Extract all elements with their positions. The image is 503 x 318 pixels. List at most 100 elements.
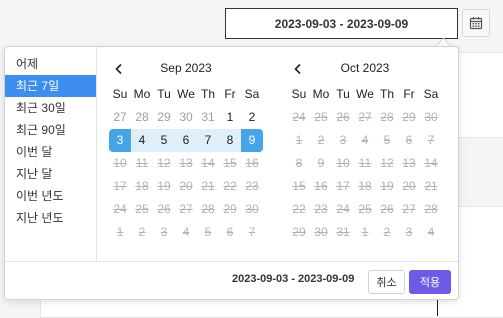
calendar-day: 31 bbox=[336, 225, 350, 239]
calendar-day: 29 bbox=[223, 202, 237, 216]
calendar-day: 13 bbox=[179, 156, 193, 170]
calendar-day: 20 bbox=[179, 179, 193, 193]
calendar-day: 20 bbox=[402, 179, 416, 193]
weekday-label: We bbox=[177, 87, 195, 101]
calendar-day: 15 bbox=[292, 179, 306, 193]
calendar-day: 23 bbox=[245, 179, 259, 193]
calendar-day: 29 bbox=[292, 225, 306, 239]
calendar-day: 15 bbox=[223, 156, 237, 170]
calendar-header: Oct 2023 bbox=[288, 57, 442, 81]
calendar-day: 13 bbox=[402, 156, 416, 170]
calendar-day: 5 bbox=[204, 225, 212, 239]
preset-item[interactable]: 지난 달 bbox=[5, 163, 96, 185]
month-title: Oct 2023 bbox=[340, 61, 390, 75]
selected-range-text: 2023-09-03 - 2023-09-09 bbox=[232, 273, 355, 285]
calendar-day[interactable]: 29 bbox=[153, 106, 175, 129]
date-range-popover: 어제 최근 7일 최근 30일 최근 90일 이번 달 지난 달 이번 년도 지난 년도 Se… bbox=[4, 46, 459, 300]
preset-item[interactable]: 최근 30일 bbox=[5, 97, 96, 119]
weekday-label: Sa bbox=[423, 87, 439, 101]
calendar-day: 3 bbox=[339, 133, 347, 147]
calendar-day: 8 bbox=[295, 156, 303, 170]
calendar-right: Oct 2023 Su Mo Tu We Th Fr Sa 24 25 26 27 28 29 30 1 2 3… bbox=[288, 57, 442, 244]
calendar-day: 27 bbox=[179, 202, 193, 216]
weekday-label: Mo bbox=[312, 87, 330, 101]
calendar-day: 25 bbox=[135, 202, 149, 216]
calendar-day: 14 bbox=[201, 156, 215, 170]
calendar-day: 24 bbox=[292, 110, 306, 124]
calendar-button[interactable] bbox=[462, 9, 490, 37]
weekday-label: Sa bbox=[244, 87, 260, 101]
calendar-day: 4 bbox=[182, 225, 190, 239]
apply-button[interactable]: 적용 bbox=[409, 270, 451, 294]
calendar-day: 7 bbox=[427, 133, 435, 147]
calendar-day: 17 bbox=[336, 179, 350, 193]
calendar-header: Sep 2023 bbox=[109, 57, 263, 81]
calendar-day: 26 bbox=[336, 110, 350, 124]
calendar-left: Sep 2023 Su Mo Tu We Th Fr Sa 27 28 29 30 31 1 2 3 4 5 6 7… bbox=[109, 57, 263, 244]
weekday-label: Fr bbox=[403, 87, 415, 101]
weekday-label: We bbox=[356, 87, 374, 101]
calendar-day: 2 bbox=[383, 225, 391, 239]
calendar-day: 12 bbox=[380, 156, 394, 170]
calendar-day: 19 bbox=[380, 179, 394, 193]
calendar-day[interactable]: 1 bbox=[219, 106, 241, 129]
calendar-day: 1 bbox=[116, 225, 124, 239]
calendar-day[interactable]: 4 bbox=[131, 129, 153, 152]
weekday-label: Fr bbox=[224, 87, 236, 101]
calendar-day[interactable]: 9 bbox=[241, 129, 263, 152]
calendar-day: 16 bbox=[314, 179, 328, 193]
calendar-day: 19 bbox=[157, 179, 171, 193]
calendar-day: 30 bbox=[314, 225, 328, 239]
calendar-day: 4 bbox=[427, 225, 435, 239]
calendar-day: 26 bbox=[380, 202, 394, 216]
calendar-day: 24 bbox=[113, 202, 127, 216]
preset-item[interactable]: 지난 년도 bbox=[5, 207, 96, 229]
calendar-day: 3 bbox=[160, 225, 168, 239]
calendar-day: 28 bbox=[201, 202, 215, 216]
calendar-day: 28 bbox=[380, 110, 394, 124]
preset-item[interactable]: 이번 년도 bbox=[5, 185, 96, 207]
calendar-day: 5 bbox=[383, 133, 391, 147]
calendar-day[interactable]: 5 bbox=[153, 129, 175, 152]
calendar-day: 25 bbox=[358, 202, 372, 216]
calendar-day: 30 bbox=[245, 202, 259, 216]
calendar-day: 1 bbox=[295, 133, 303, 147]
calendar-day: 11 bbox=[358, 156, 372, 170]
calendar-day: 9 bbox=[317, 156, 325, 170]
weekday-label: Su bbox=[291, 87, 307, 101]
calendar-day[interactable]: 6 bbox=[175, 129, 197, 152]
calendar-day[interactable]: 7 bbox=[197, 129, 219, 152]
calendar-day[interactable]: 2 bbox=[241, 106, 263, 129]
calendar-day: 28 bbox=[424, 202, 438, 216]
calendar-day: 2 bbox=[317, 133, 325, 147]
calendar-day: 14 bbox=[424, 156, 438, 170]
calendar-day: 21 bbox=[201, 179, 215, 193]
preset-item[interactable]: 이번 달 bbox=[5, 141, 96, 163]
calendar-day: 7 bbox=[248, 225, 256, 239]
preset-item[interactable]: 최근 90일 bbox=[5, 119, 96, 141]
calendar-day: 23 bbox=[314, 202, 328, 216]
weekday-label: Tu bbox=[157, 87, 171, 101]
calendar-day[interactable]: 27 bbox=[109, 106, 131, 129]
calendar-day[interactable]: 31 bbox=[197, 106, 219, 129]
calendar-day[interactable]: 8 bbox=[219, 129, 241, 152]
calendar-day: 10 bbox=[336, 156, 350, 170]
calendar-day: 29 bbox=[402, 110, 416, 124]
preset-item[interactable]: 최근 7일 bbox=[5, 75, 96, 97]
weekday-label: Su bbox=[112, 87, 128, 101]
calendar-day: 26 bbox=[157, 202, 171, 216]
calendar-day[interactable]: 28 bbox=[131, 106, 153, 129]
calendar-day: 22 bbox=[223, 179, 237, 193]
calendar-day: 18 bbox=[135, 179, 149, 193]
calendar-day[interactable]: 3 bbox=[109, 129, 131, 152]
calendar-day[interactable]: 30 bbox=[175, 106, 197, 129]
calendar-grid: Su Mo Tu We Th Fr Sa 27 28 29 30 31 1 2 3 4 5 6 7 8 9 10 11 12 1… bbox=[109, 83, 263, 244]
cancel-button[interactable]: 취소 bbox=[368, 270, 405, 294]
preset-list: 어제 최근 7일 최근 30일 최근 90일 이번 달 지난 달 이번 년도 지난 년도 bbox=[5, 47, 97, 261]
month-title: Sep 2023 bbox=[160, 61, 212, 75]
calendar-day: 27 bbox=[358, 110, 372, 124]
preset-item[interactable]: 어제 bbox=[5, 53, 96, 75]
date-range-input[interactable]: 2023-09-03 - 2023-09-09 bbox=[225, 8, 458, 39]
calendar-icon bbox=[469, 17, 483, 30]
calendar-day: 6 bbox=[405, 133, 413, 147]
